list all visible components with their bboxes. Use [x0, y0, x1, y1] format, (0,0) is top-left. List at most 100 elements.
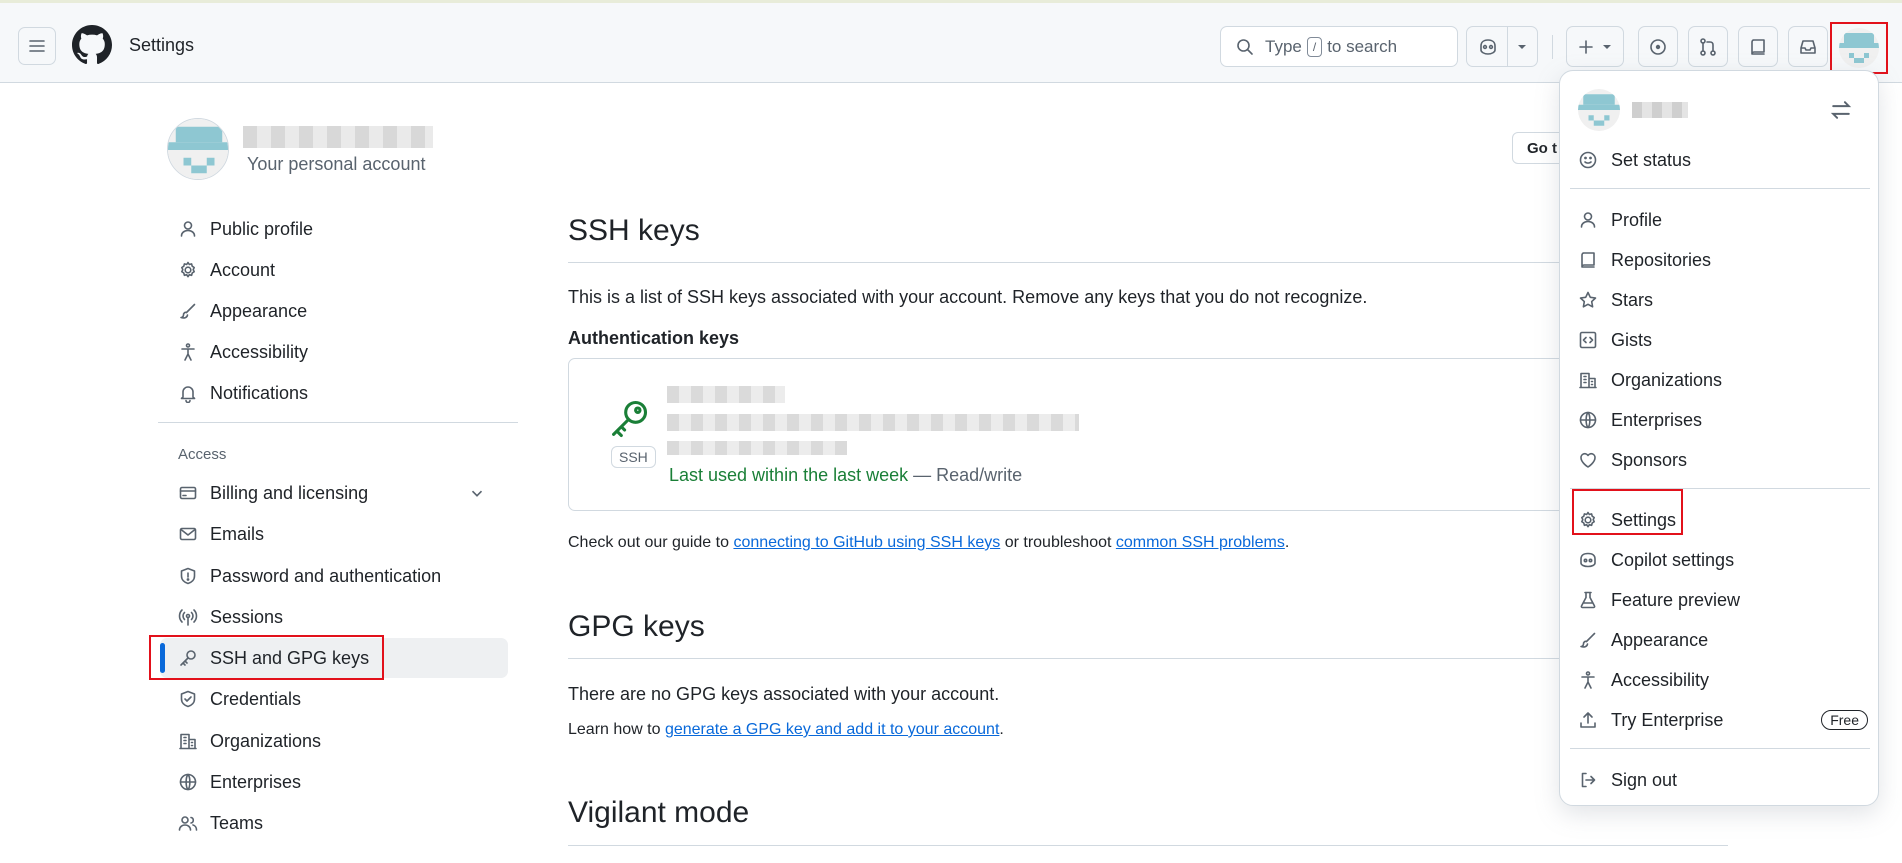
issue-icon	[1650, 38, 1666, 55]
key-fingerprint-redacted	[667, 414, 1079, 431]
gpg-learn-text: Learn how to generate a GPG key and add …	[568, 721, 1004, 738]
accessibility-icon	[181, 343, 195, 361]
ssh-guide-link[interactable]: connecting to GitHub using SSH keys	[733, 534, 1000, 551]
sidebar-heading-access: Access	[178, 446, 227, 463]
bell-icon	[180, 386, 196, 403]
menu-accessibility[interactable]: Accessibility	[1578, 663, 1868, 697]
menu-feature-preview[interactable]: Feature preview	[1578, 583, 1868, 617]
sidebar-item-credentials[interactable]: Credentials	[160, 679, 508, 719]
menu-divider	[1570, 188, 1870, 189]
hamburger-menu-button[interactable]	[18, 27, 56, 65]
accessibility-icon	[1581, 671, 1595, 689]
menu-gists[interactable]: Gists	[1578, 323, 1868, 357]
paintbrush-icon	[180, 303, 196, 319]
user-menu-dropdown: Set status Profile Repositories Stars Gi…	[1559, 70, 1879, 806]
create-new-button[interactable]	[1566, 26, 1624, 67]
pull-requests-button[interactable]	[1688, 26, 1728, 67]
free-badge: Free	[1821, 710, 1868, 730]
ssh-key-item: SSH Last used within the last week — Rea…	[568, 358, 1728, 511]
profile-subtitle: Your personal account	[247, 154, 426, 174]
avatar	[1578, 89, 1620, 131]
vigilant-mode-title: Vigilant mode	[568, 796, 750, 829]
highlight-box-settings	[1572, 489, 1683, 535]
sidebar-item-teams[interactable]: Teams	[160, 803, 508, 843]
copilot-button[interactable]	[1466, 26, 1538, 67]
sidebar-item-appearance[interactable]: Appearance	[160, 291, 508, 331]
person-icon	[180, 221, 196, 237]
ssh-keys-title: SSH keys	[568, 214, 700, 247]
menu-copilot-settings[interactable]: Copilot settings	[1578, 543, 1868, 577]
copilot-icon	[1479, 38, 1496, 55]
key-type-badge: SSH	[611, 446, 656, 468]
chevron-down-icon	[1517, 44, 1526, 49]
ssh-keys-description: This is a list of SSH keys associated wi…	[568, 287, 1368, 307]
search-input[interactable]: Type / to search	[1220, 26, 1458, 67]
menu-enterprises[interactable]: Enterprises	[1578, 403, 1868, 437]
menu-appearance[interactable]: Appearance	[1578, 623, 1868, 657]
menu-try-enterprise[interactable]: Try Enterprise Free	[1578, 703, 1868, 737]
inbox-icon	[1800, 39, 1816, 54]
menu-stars[interactable]: Stars	[1578, 283, 1868, 317]
search-prefix: Type	[1265, 36, 1302, 56]
sidebar-item-public-profile[interactable]: Public profile	[160, 209, 508, 249]
sidebar-item-emails[interactable]: Emails	[160, 514, 508, 554]
person-icon	[1580, 212, 1596, 228]
gear-icon	[181, 261, 195, 278]
avatar	[1839, 28, 1879, 68]
auth-keys-heading: Authentication keys	[568, 328, 740, 348]
menu-sponsors[interactable]: Sponsors	[1578, 443, 1868, 477]
sidebar-item-notifications[interactable]: Notifications	[160, 373, 508, 413]
shield-check-icon	[180, 690, 196, 708]
sidebar-item-account[interactable]: Account	[160, 250, 508, 290]
sidebar-item-password-authentication[interactable]: Password and authentication	[160, 556, 508, 596]
inbox-button[interactable]	[1788, 26, 1828, 67]
key-added-redacted	[667, 441, 847, 455]
highlight-box-ssh-keys	[149, 635, 384, 680]
menu-profile[interactable]: Profile	[1578, 203, 1868, 237]
star-icon	[1579, 291, 1597, 308]
credit-card-icon	[179, 486, 197, 500]
sidebar-item-accessibility[interactable]: Accessibility	[160, 332, 508, 372]
key-last-used: Last used within the last week — Read/wr…	[669, 465, 1023, 485]
gpg-learn-link[interactable]: generate a GPG key and add it to your ac…	[665, 721, 999, 738]
menu-organizations[interactable]: Organizations	[1578, 363, 1868, 397]
section-divider	[568, 658, 1728, 659]
issues-button[interactable]	[1638, 26, 1678, 67]
chevron-down-icon	[1603, 44, 1611, 49]
mail-icon	[179, 527, 197, 541]
globe-icon	[179, 773, 197, 791]
sidebar-item-organizations[interactable]: Organizations	[160, 721, 508, 761]
search-shortcut-key: /	[1306, 36, 1323, 57]
sidebar-item-sessions[interactable]: Sessions	[160, 597, 508, 637]
menu-repositories[interactable]: Repositories	[1578, 243, 1868, 277]
page-title: Settings	[129, 35, 195, 55]
copilot-icon	[1580, 552, 1596, 568]
organization-icon	[1579, 372, 1597, 389]
profile-name-redacted	[243, 126, 433, 148]
menu-sign-out[interactable]: Sign out	[1578, 763, 1868, 797]
smiley-icon	[1579, 151, 1597, 169]
repositories-button[interactable]	[1738, 26, 1778, 67]
sidebar-item-enterprises[interactable]: Enterprises	[160, 762, 508, 802]
ssh-guide-text: Check out our guide to connecting to Git…	[568, 534, 1290, 551]
sidebar-item-billing[interactable]: Billing and licensing	[160, 473, 508, 513]
user-avatar-button[interactable]	[1830, 22, 1888, 74]
header-divider	[1552, 35, 1553, 59]
broadcast-icon	[178, 609, 198, 626]
gpg-keys-description: There are no GPG keys associated with yo…	[568, 684, 1000, 704]
menu-set-status[interactable]: Set status	[1578, 143, 1868, 177]
ssh-problems-link[interactable]: common SSH problems	[1116, 534, 1285, 551]
github-logo-icon[interactable]	[72, 25, 112, 65]
globe-icon	[1579, 411, 1597, 429]
switch-account-icon[interactable]	[1828, 97, 1854, 123]
heart-icon	[1580, 452, 1596, 468]
section-divider	[568, 262, 1728, 263]
chevron-down-icon	[471, 490, 483, 497]
shield-icon	[180, 567, 196, 585]
profile-avatar[interactable]	[167, 118, 229, 180]
key-icon	[612, 400, 648, 438]
username-redacted	[1632, 102, 1688, 118]
plus-icon	[1579, 39, 1593, 54]
organization-icon	[179, 733, 197, 750]
repo-icon	[1751, 38, 1765, 55]
